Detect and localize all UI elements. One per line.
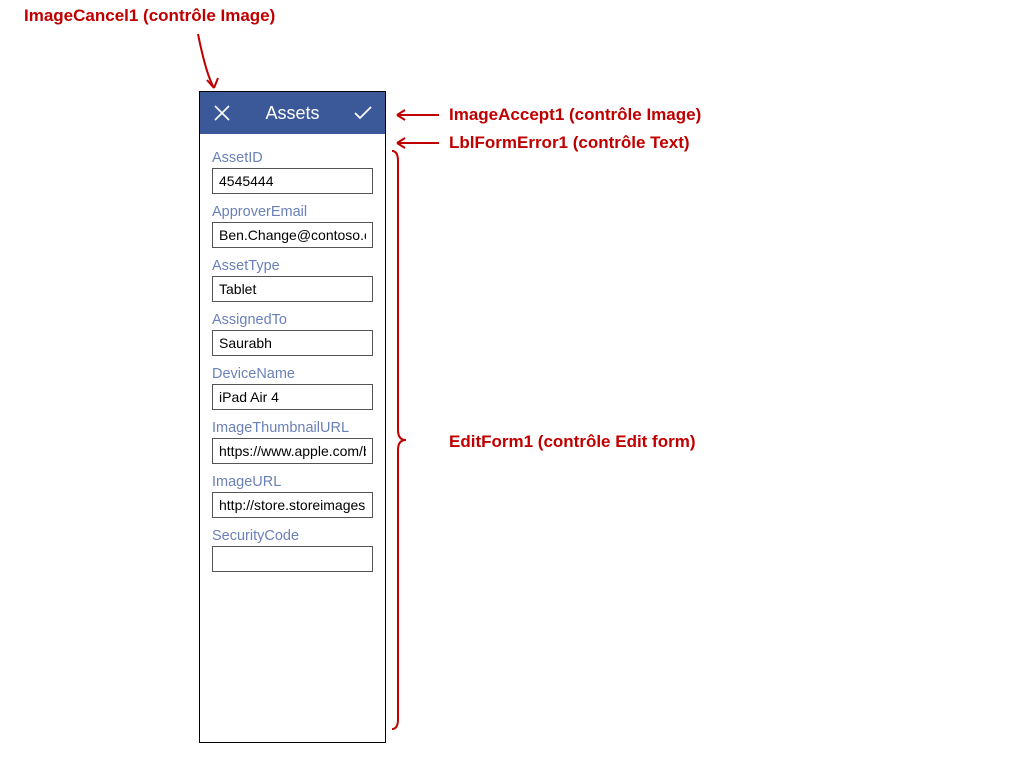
securitycode-input[interactable] (212, 546, 373, 572)
field-label: AssetID (212, 150, 373, 166)
devicename-input[interactable] (212, 384, 373, 410)
field-imagethumbnailurl: ImageThumbnailURL (212, 420, 373, 464)
accept-icon[interactable] (351, 101, 375, 125)
field-label: ImageURL (212, 474, 373, 490)
field-label: ApproverEmail (212, 204, 373, 220)
app-screen: Assets AssetID ApproverEmail AssetType A… (199, 91, 386, 743)
annotation-image-cancel: ImageCancel1 (contrôle Image) (24, 6, 275, 26)
field-approveremail: ApproverEmail (212, 204, 373, 248)
assetid-input[interactable] (212, 168, 373, 194)
field-label: AssignedTo (212, 312, 373, 328)
assettype-input[interactable] (212, 276, 373, 302)
edit-form: AssetID ApproverEmail AssetType Assigned… (200, 146, 385, 572)
approveremail-input[interactable] (212, 222, 373, 248)
field-devicename: DeviceName (212, 366, 373, 410)
annotation-edit-form: EditForm1 (contrôle Edit form) (449, 432, 696, 452)
assignedto-input[interactable] (212, 330, 373, 356)
field-assignedto: AssignedTo (212, 312, 373, 356)
field-assettype: AssetType (212, 258, 373, 302)
editform-brace (390, 149, 406, 731)
page-title: Assets (265, 103, 319, 124)
annotation-lbl-form-error: LblFormError1 (contrôle Text) (449, 133, 690, 153)
field-securitycode: SecurityCode (212, 528, 373, 572)
field-label: DeviceName (212, 366, 373, 382)
field-assetid: AssetID (212, 150, 373, 194)
cancel-icon[interactable] (210, 101, 234, 125)
field-imageurl: ImageURL (212, 474, 373, 518)
form-error-label (200, 134, 385, 146)
annotation-image-accept: ImageAccept1 (contrôle Image) (449, 105, 701, 125)
field-label: SecurityCode (212, 528, 373, 544)
arrow-to-accept-icon (391, 107, 441, 123)
imageurl-input[interactable] (212, 492, 373, 518)
imagethumbnailurl-input[interactable] (212, 438, 373, 464)
field-label: ImageThumbnailURL (212, 420, 373, 436)
titlebar: Assets (200, 92, 385, 134)
field-label: AssetType (212, 258, 373, 274)
